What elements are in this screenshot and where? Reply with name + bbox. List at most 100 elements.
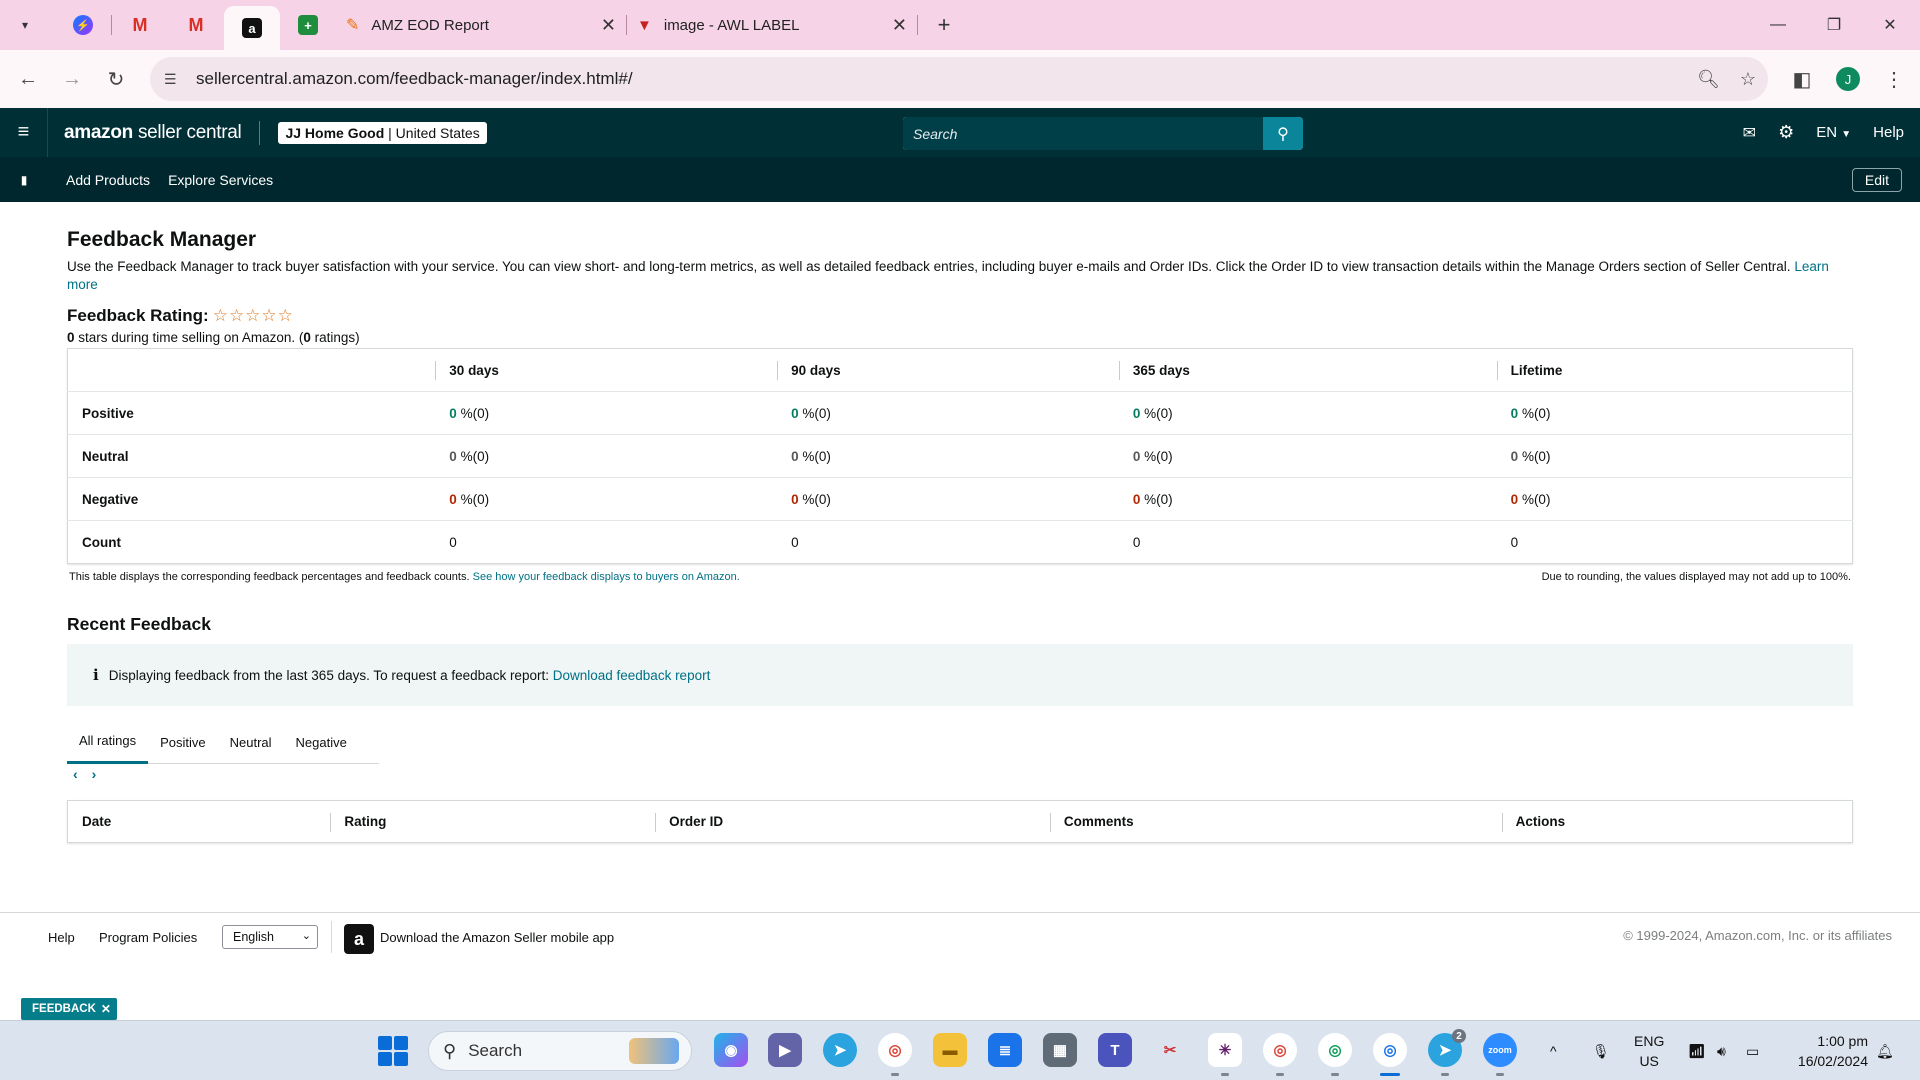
chevron-right-icon[interactable]: › <box>92 766 97 782</box>
search-button[interactable]: ⚲ <box>1263 117 1303 150</box>
footer-help-link[interactable]: Help <box>48 930 75 945</box>
tab-all-ratings[interactable]: All ratings <box>67 720 149 764</box>
minimize-button[interactable]: — <box>1750 0 1806 50</box>
mail-icon[interactable]: ✉ <box>1743 123 1756 143</box>
gmail-icon: M <box>188 14 204 35</box>
site-info-icon[interactable]: ☰ <box>164 71 184 88</box>
download-app-link[interactable]: Download the Amazon Seller mobile app <box>380 930 614 945</box>
new-tab-button[interactable]: + <box>928 9 960 41</box>
notification-bell-icon[interactable]: 🔔︎ <box>1876 1021 1894 1080</box>
tab-negative[interactable]: Negative <box>284 720 359 764</box>
teams-icon[interactable]: T <box>1098 1033 1132 1067</box>
hamburger-menu-icon[interactable]: ≡ <box>0 108 48 157</box>
amazon-seller-app-icon[interactable]: a <box>344 924 374 954</box>
avatar: J <box>1836 67 1860 91</box>
profile-button[interactable]: J <box>1836 67 1860 91</box>
header-divider <box>259 120 261 145</box>
meet-now-icon[interactable]: ▶ <box>768 1033 802 1067</box>
taskbar-search[interactable]: ⚲ Search <box>428 1031 692 1071</box>
back-button[interactable]: ← <box>8 59 48 99</box>
omnibox[interactable]: ☰ sellercentral.amazon.com/feedback-mana… <box>150 57 1768 101</box>
pinned-tab-gmail[interactable]: M <box>112 5 168 45</box>
close-icon[interactable]: ✕ <box>601 15 616 36</box>
feedback-summary-table: 30 days 90 days 365 days Lifetime Positi… <box>67 348 1853 564</box>
tab-search-button[interactable]: ▾ <box>11 11 39 39</box>
bookmark-icon[interactable]: ▮ <box>0 157 48 202</box>
edit-bookmarks-button[interactable]: Edit <box>1851 168 1902 192</box>
zoom-icon[interactable]: zoom <box>1483 1033 1517 1076</box>
gear-icon[interactable]: ⚙ <box>1778 122 1794 143</box>
chevron-left-icon[interactable]: ‹ <box>73 766 78 782</box>
pinned-tab-messenger[interactable]: ⚡ <box>55 5 111 45</box>
telegram-icon[interactable]: ➤ 2 <box>1428 1029 1466 1076</box>
amazon-icon: a <box>242 18 262 38</box>
browser-menu-icon[interactable]: ⋮ <box>1874 59 1914 99</box>
url-text[interactable]: sellercentral.amazon.com/feedback-manage… <box>196 69 633 89</box>
tab-neutral[interactable]: Neutral <box>218 720 284 764</box>
table-header-row: 30 days 90 days 365 days Lifetime <box>67 349 1853 392</box>
chrome-profile-icon[interactable]: ◎ <box>1263 1033 1297 1076</box>
column-header-order-id[interactable]: Order ID <box>655 801 1050 843</box>
windows-taskbar: ⚲ Search ◉ ▶ ➤ ◎ ▬ ≣ ▦ T ✂ ✳ ◎ ◎ ◎ ➤ 2 zo… <box>0 1020 1920 1080</box>
pinned-tab-gmail-2[interactable]: M <box>168 5 224 45</box>
column-header-rating[interactable]: Rating <box>330 801 655 843</box>
bookmark-star-icon[interactable]: ☆ <box>1740 69 1756 90</box>
column-header-date[interactable]: Date <box>68 801 331 843</box>
table-cell: 0 %(0) <box>1510 491 1551 507</box>
close-window-button[interactable]: ✕ <box>1862 0 1918 50</box>
tab-positive[interactable]: Positive <box>148 720 218 764</box>
file-explorer-icon[interactable]: ▬ <box>933 1033 967 1067</box>
close-icon[interactable]: ✕ <box>892 15 907 36</box>
forward-button[interactable]: → <box>52 59 92 99</box>
calculator-icon[interactable]: ▦ <box>1043 1033 1077 1067</box>
subnav-explore-services[interactable]: Explore Services <box>168 172 273 188</box>
chrome-active-icon[interactable]: ◎ <box>1373 1033 1407 1076</box>
input-language-line1: ENG <box>1634 1033 1665 1049</box>
reload-button[interactable]: ↻ <box>96 59 136 99</box>
slack-icon[interactable]: ✳ <box>1208 1033 1242 1076</box>
download-feedback-report-link[interactable]: Download feedback report <box>553 668 711 683</box>
seller-central-logo[interactable]: amazon seller central <box>64 122 242 144</box>
wifi-icon[interactable]: 📶︎ <box>1688 1021 1706 1080</box>
snipping-tool-icon[interactable]: ✂ <box>1153 1033 1187 1067</box>
sheets-icon: + <box>298 15 318 35</box>
tab-amz-eod-report[interactable]: ✎ AMZ EOD Report ✕ <box>336 5 626 45</box>
close-icon[interactable]: ✕ <box>101 1002 111 1016</box>
zoom-icon[interactable]: 🔍︎ <box>1697 69 1720 90</box>
taskbar-search-label: Search <box>468 1041 523 1060</box>
windows-start-icon[interactable] <box>378 1036 408 1066</box>
ratings-text: ratings) <box>310 330 360 345</box>
input-language[interactable]: ENG US <box>1634 1031 1664 1071</box>
microphone-icon[interactable]: 🎙︎ <box>1592 1021 1610 1080</box>
restore-button[interactable]: ❐ <box>1806 0 1862 50</box>
table-cell: 0 %(0) <box>1132 491 1173 507</box>
battery-icon[interactable]: ▭ <box>1746 1021 1759 1080</box>
language-selector[interactable]: EN ▼ <box>1816 124 1851 141</box>
system-clock[interactable]: 1:00 pm 16/02/2024 <box>1798 1031 1868 1071</box>
account-switcher[interactable]: JJ Home Good | United States <box>278 121 487 144</box>
help-link[interactable]: Help <box>1873 124 1904 141</box>
column-header-comments: Comments <box>1049 801 1502 843</box>
language-dropdown[interactable]: English ⌄ <box>222 925 318 949</box>
feedback-widget-button[interactable]: FEEDBACK ✕ <box>21 998 117 1020</box>
feedback-display-link[interactable]: See how your feedback displays to buyers… <box>473 571 740 583</box>
messenger-icon: ⚡ <box>73 15 93 35</box>
pinned-tab-sheets[interactable]: + <box>280 5 336 45</box>
table-row-count: Count 0 0 0 0 <box>68 521 1853 564</box>
chrome-icon[interactable]: ◎ <box>878 1033 912 1076</box>
program-policies-link[interactable]: Program Policies <box>99 930 197 945</box>
pinned-tab-amazon[interactable]: a <box>224 6 280 50</box>
tab-title: image - AWL LABEL <box>663 16 800 34</box>
search-input[interactable] <box>903 117 1263 150</box>
volume-icon[interactable]: 🔊︎ <box>1717 1021 1726 1080</box>
table-cell: 0 <box>1510 534 1519 550</box>
chrome-profile-icon[interactable]: ◎ <box>1318 1033 1352 1076</box>
show-hidden-icons[interactable]: ^ <box>1550 1021 1557 1080</box>
subnav-add-products[interactable]: Add Products <box>66 172 150 188</box>
side-panel-icon[interactable]: ◧ <box>1782 59 1822 99</box>
browser-tab-bar: ▾ ⚡ M M a + ✎ AMZ EOD Report ✕ ▼ image -… <box>0 0 1920 50</box>
notepad-icon[interactable]: ≣ <box>988 1033 1022 1067</box>
copilot-icon[interactable]: ◉ <box>714 1033 748 1067</box>
telegram-icon[interactable]: ➤ <box>823 1033 857 1067</box>
tab-awl-label[interactable]: ▼ image - AWL LABEL ✕ <box>627 5 917 45</box>
